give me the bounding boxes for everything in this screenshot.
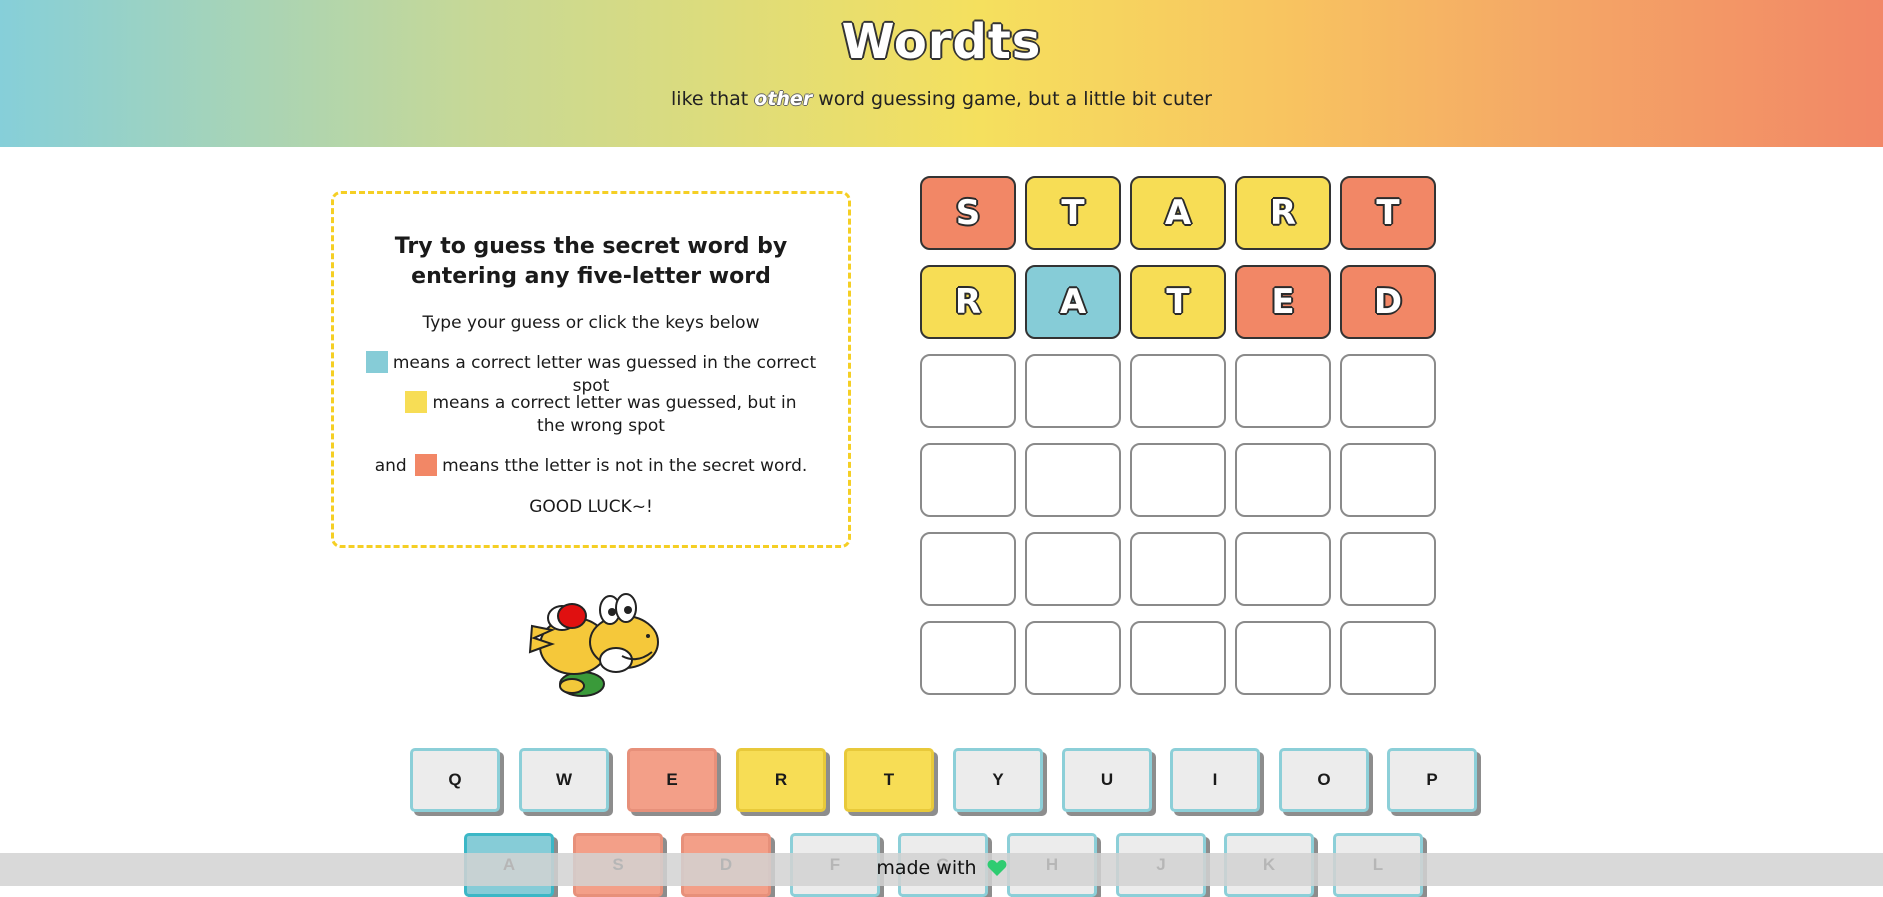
footer-bar: made with xyxy=(0,853,1883,886)
subtitle-text-end: word guessing game, but a little bit cut… xyxy=(812,88,1212,110)
board-tile xyxy=(1340,354,1436,428)
header-banner: Wordts like that other word guessing gam… xyxy=(0,0,1883,147)
instructions-line-type: Type your guess or click the keys below xyxy=(422,313,760,333)
board-tile xyxy=(1130,443,1226,517)
absent-swatch-icon xyxy=(415,454,438,476)
key-e[interactable]: E xyxy=(627,748,717,812)
board-tile xyxy=(920,354,1016,428)
board-tile xyxy=(1235,621,1331,695)
footer-text: made with xyxy=(876,857,977,879)
good-luck-text: GOOD LUCK~! xyxy=(529,497,653,517)
key-q[interactable]: Q xyxy=(410,748,500,812)
board-tile xyxy=(1235,532,1331,606)
page-title: Wordts xyxy=(841,14,1042,70)
board-tile xyxy=(1340,532,1436,606)
absent-prefix: and xyxy=(374,456,407,476)
subtitle-emphasis: other xyxy=(754,88,813,110)
board-tile xyxy=(1025,532,1121,606)
board-tile xyxy=(920,443,1016,517)
board-tile xyxy=(1340,443,1436,517)
board-tile: R xyxy=(920,265,1016,339)
page-subtitle: like that other word guessing game, but … xyxy=(0,88,1883,110)
correct-description: means a correct letter was guessed in th… xyxy=(392,353,817,396)
key-p[interactable]: P xyxy=(1387,748,1477,812)
key-t[interactable]: T xyxy=(844,748,934,812)
board-tile: R xyxy=(1235,176,1331,250)
board-tile xyxy=(1235,354,1331,428)
subtitle-text-start: like that xyxy=(671,88,755,110)
instructions-panel: Try to guess the secret word by entering… xyxy=(331,191,851,548)
board-tile: T xyxy=(1340,176,1436,250)
board-tile xyxy=(920,532,1016,606)
board-tile xyxy=(1025,621,1121,695)
board-tile xyxy=(1130,354,1226,428)
board-tile xyxy=(1025,354,1121,428)
heart-icon xyxy=(987,860,1007,876)
board-tile xyxy=(1235,443,1331,517)
board-tile: T xyxy=(1025,176,1121,250)
board-tile: E xyxy=(1235,265,1331,339)
board-tile: A xyxy=(1130,176,1226,250)
board-tile xyxy=(920,621,1016,695)
absent-description: means tthe letter is not in the secret w… xyxy=(442,456,808,476)
board-tile xyxy=(1340,621,1436,695)
instructions-line-present: means a correct letter was guessed, but … xyxy=(394,391,808,438)
key-i[interactable]: I xyxy=(1170,748,1260,812)
board-tile xyxy=(1130,621,1226,695)
present-description: means a correct letter was guessed, but … xyxy=(432,393,797,436)
correct-swatch-icon xyxy=(365,351,388,373)
board-tile: S xyxy=(920,176,1016,250)
board-tile: T xyxy=(1130,265,1226,339)
board-tile xyxy=(1025,443,1121,517)
board-tile xyxy=(1130,532,1226,606)
yoshi-mascot-icon xyxy=(528,593,659,697)
instructions-line-absent: and means tthe letter is not in the secr… xyxy=(354,454,828,478)
key-o[interactable]: O xyxy=(1279,748,1369,812)
key-r[interactable]: R xyxy=(736,748,826,812)
instructions-heading: Try to guess the secret word by entering… xyxy=(394,234,788,289)
key-w[interactable]: W xyxy=(519,748,609,812)
key-y[interactable]: Y xyxy=(953,748,1043,812)
board-tile: A xyxy=(1025,265,1121,339)
board-tile: D xyxy=(1340,265,1436,339)
key-u[interactable]: U xyxy=(1062,748,1152,812)
present-swatch-icon xyxy=(405,391,428,413)
